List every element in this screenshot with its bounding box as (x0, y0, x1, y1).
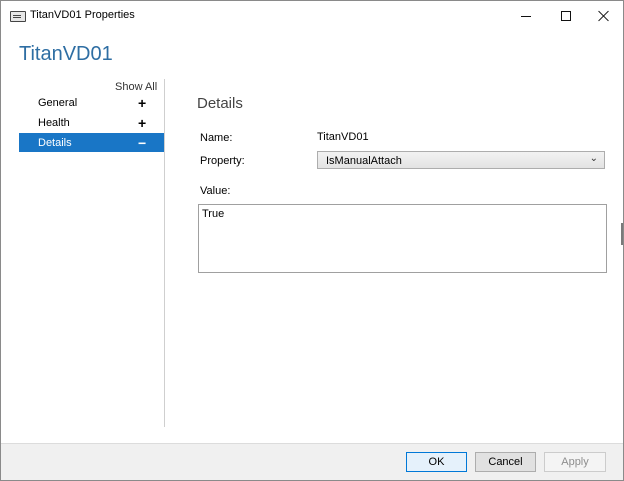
show-all-link[interactable]: Show All (115, 81, 157, 93)
section-title: Details (197, 95, 243, 112)
value-label: Value: (200, 185, 231, 197)
property-dropdown[interactable]: IsManualAttach ⌄ (317, 151, 605, 169)
property-label: Property: (200, 155, 245, 167)
collapse-icon: − (138, 134, 147, 151)
title-bar[interactable]: TitanVD01 Properties (1, 1, 623, 31)
sidebar-item-health[interactable]: Health + (19, 113, 164, 132)
sidebar-item-details[interactable]: Details − (19, 133, 164, 152)
nav-divider (164, 79, 165, 427)
window-title: TitanVD01 Properties (30, 9, 135, 21)
property-selected-value: IsManualAttach (326, 155, 402, 167)
resize-edge (621, 223, 623, 245)
expand-icon: + (138, 114, 147, 131)
close-button[interactable] (584, 1, 623, 31)
name-label: Name: (200, 132, 233, 144)
ok-button[interactable]: OK (406, 452, 467, 472)
value-text: True (202, 208, 225, 220)
sidebar-item-label: Details (38, 136, 72, 149)
minimize-icon (521, 15, 531, 17)
maximize-icon (561, 11, 571, 21)
apply-button[interactable]: Apply (544, 452, 606, 472)
minimize-button[interactable] (506, 1, 546, 31)
expand-icon: + (138, 94, 147, 111)
sidebar-item-label: Health (38, 116, 70, 129)
maximize-button[interactable] (546, 1, 586, 31)
page-title: TitanVD01 (19, 43, 113, 65)
cancel-button[interactable]: Cancel (475, 452, 536, 472)
close-icon (598, 10, 610, 22)
value-field[interactable]: True (198, 204, 607, 273)
properties-dialog: TitanVD01 Properties TitanVD01 Show All … (0, 0, 624, 481)
sidebar-item-general[interactable]: General + (19, 93, 164, 112)
chevron-down-icon: ⌄ (589, 153, 598, 164)
storage-app-icon (10, 11, 26, 22)
sidebar-item-label: General (38, 96, 78, 109)
name-value: TitanVD01 (317, 131, 369, 143)
